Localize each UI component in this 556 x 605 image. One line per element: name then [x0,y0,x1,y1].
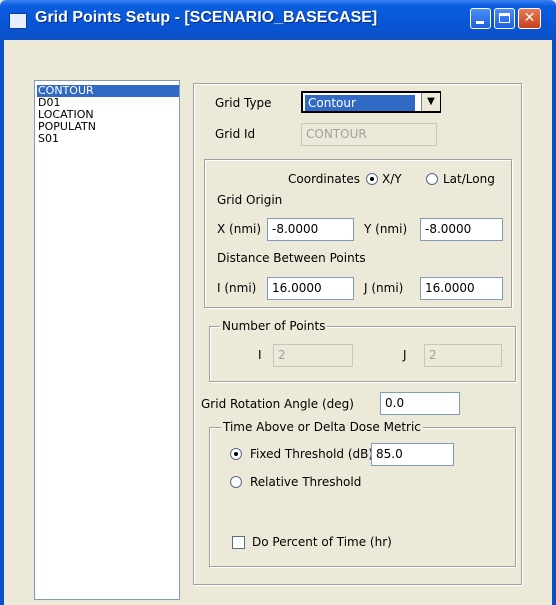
coordinates-xy-radio[interactable] [366,173,378,185]
minimize-button[interactable] [470,8,491,29]
window-frame-right [552,40,556,605]
maximize-icon [499,13,510,23]
distance-i-input[interactable]: 16.0000 [267,277,354,300]
coordinates-latlong-radio[interactable] [426,173,438,185]
close-button[interactable]: ✕ [518,8,541,29]
distance-j-label: J (nmi) [364,281,404,295]
fixed-threshold-input[interactable]: 85.0 [371,443,454,466]
origin-x-label: X (nmi) [217,222,262,236]
percent-of-time-checkbox[interactable] [232,536,245,549]
grid-id-field: CONTOUR [301,123,437,146]
points-j-label: J [403,348,407,362]
grid-type-select[interactable]: Contour ▼ [301,91,441,113]
number-of-points-title: Number of Points [220,319,328,333]
close-icon: ✕ [523,10,536,26]
distance-title: Distance Between Points [217,251,366,265]
window-icon [9,13,27,29]
window-frame-left [0,40,4,605]
percent-of-time-label[interactable]: Do Percent of Time (hr) [252,535,392,549]
title-bar[interactable]: Grid Points Setup - [SCENARIO_BASECASE] … [0,0,556,40]
origin-x-input[interactable]: -8.0000 [267,218,354,241]
minimize-icon [476,21,484,24]
fixed-threshold-radio[interactable] [230,448,242,460]
points-i-field: 2 [273,344,353,367]
relative-threshold-label[interactable]: Relative Threshold [250,475,361,489]
grid-listbox[interactable]: CONTOUR D01 LOCATION POPULATN S01 [34,80,180,600]
relative-threshold-radio[interactable] [230,476,242,488]
window-title: Grid Points Setup - [SCENARIO_BASECASE] [35,9,378,26]
points-i-label: I [258,348,262,362]
grid-origin-title: Grid Origin [217,193,283,207]
coordinates-label: Coordinates [288,172,361,186]
grid-points-setup-window: Grid Points Setup - [SCENARIO_BASECASE] … [0,0,556,605]
maximize-button[interactable] [494,8,515,29]
coordinates-xy-label[interactable]: X/Y [382,172,402,186]
chevron-down-icon[interactable]: ▼ [421,93,440,111]
fixed-threshold-label[interactable]: Fixed Threshold (dB) [250,447,373,461]
distance-i-label: I (nmi) [217,281,257,295]
list-item-s01[interactable]: S01 [37,133,60,145]
grid-type-value: Contour [305,95,415,111]
distance-j-input[interactable]: 16.0000 [420,277,503,300]
rotation-input[interactable]: 0.0 [380,392,460,415]
grid-id-label: Grid Id [215,127,256,141]
metric-title: Time Above or Delta Dose Metric [221,420,423,434]
points-j-field: 2 [424,344,502,367]
coordinates-latlong-label[interactable]: Lat/Long [443,172,495,186]
origin-y-label: Y (nmi) [364,222,408,236]
grid-type-label: Grid Type [215,96,272,110]
origin-y-input[interactable]: -8.0000 [420,218,503,241]
rotation-label: Grid Rotation Angle (deg) [201,397,354,411]
